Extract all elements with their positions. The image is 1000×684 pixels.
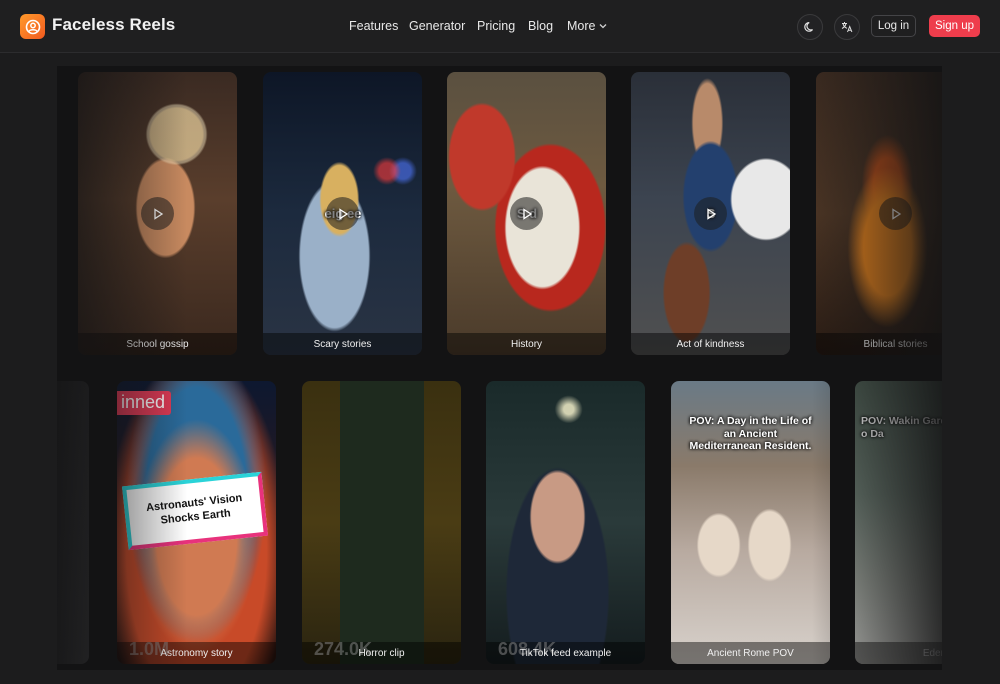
signup-button[interactable]: Sign up <box>929 15 980 37</box>
video-caption: Ancient Rome POV <box>671 642 830 664</box>
video-card-tiktok-feed[interactable]: 608.4K TikTok feed example <box>486 381 645 664</box>
video-card-ancient-rome-pov[interactable]: POV: A Day in the Life of an Ancient Med… <box>671 381 830 664</box>
video-caption: Biblical stories <box>816 333 942 355</box>
play-icon <box>338 207 348 220</box>
brand-name[interactable]: Faceless Reels <box>52 15 175 35</box>
video-card-eden[interactable]: POV: Wakin Garden o Da Eden <box>855 381 942 664</box>
video-headline: POV: Wakin Garden o Da <box>861 415 942 441</box>
video-caption: Scary stories <box>263 333 422 355</box>
play-icon <box>522 207 532 220</box>
video-caption: TikTok feed example <box>486 642 645 664</box>
video-card-scary-stories[interactable]: eig ee Scary stories <box>263 72 422 355</box>
video-caption: Eden <box>855 642 942 664</box>
video-caption: Act of kindness <box>631 333 790 355</box>
play-button[interactable] <box>694 197 727 230</box>
login-button[interactable]: Log in <box>871 15 916 37</box>
nav-pricing[interactable]: Pricing <box>477 19 515 33</box>
pinned-badge: inned <box>117 391 172 415</box>
video-card-partial[interactable] <box>57 381 89 664</box>
video-headline: POV: A Day in the Life of an Ancient Med… <box>689 415 812 453</box>
nav-more[interactable]: More <box>567 19 607 33</box>
top-nav-bar: Faceless Reels Features Generator Pricin… <box>0 0 1000 53</box>
thumbnail-horror-clip <box>302 381 461 664</box>
theme-toggle-button[interactable] <box>797 14 823 40</box>
nav-generator[interactable]: Generator <box>409 19 465 33</box>
play-icon <box>706 207 716 220</box>
thumbnail-tiktok-feed <box>486 381 645 664</box>
video-card-history[interactable]: S d History <box>447 72 606 355</box>
video-card-act-of-kindness[interactable]: S Act of kindness <box>631 72 790 355</box>
video-caption: School gossip <box>78 333 237 355</box>
nav-features[interactable]: Features <box>349 19 398 33</box>
moon-icon <box>804 21 813 32</box>
video-gallery: School gossip eig ee Scary stories S d H… <box>57 66 942 670</box>
video-caption: Horror clip <box>302 642 461 664</box>
translate-icon <box>841 22 853 33</box>
video-card-school-gossip[interactable]: School gossip <box>78 72 237 355</box>
nav-blog[interactable]: Blog <box>528 19 553 33</box>
play-button[interactable] <box>141 197 174 230</box>
thumbnail-partial <box>57 381 89 664</box>
logo[interactable] <box>20 14 45 39</box>
video-caption: Astronomy story <box>117 642 276 664</box>
play-button[interactable] <box>510 197 543 230</box>
user-circle-icon <box>25 19 40 34</box>
video-card-astronomy-story[interactable]: inned Astronauts' Vision Shocks Earth 1.… <box>117 381 276 664</box>
video-caption: History <box>447 333 606 355</box>
language-button[interactable] <box>834 14 860 40</box>
nav-more-label: More <box>567 19 596 33</box>
play-icon <box>153 207 163 220</box>
video-card-horror-clip[interactable]: 274.0K Horror clip <box>302 381 461 664</box>
chevron-down-icon <box>600 24 607 29</box>
play-icon <box>891 207 901 220</box>
play-button[interactable] <box>879 197 912 230</box>
play-button[interactable] <box>326 197 359 230</box>
video-card-biblical-stories[interactable]: Biblical stories <box>816 72 942 355</box>
